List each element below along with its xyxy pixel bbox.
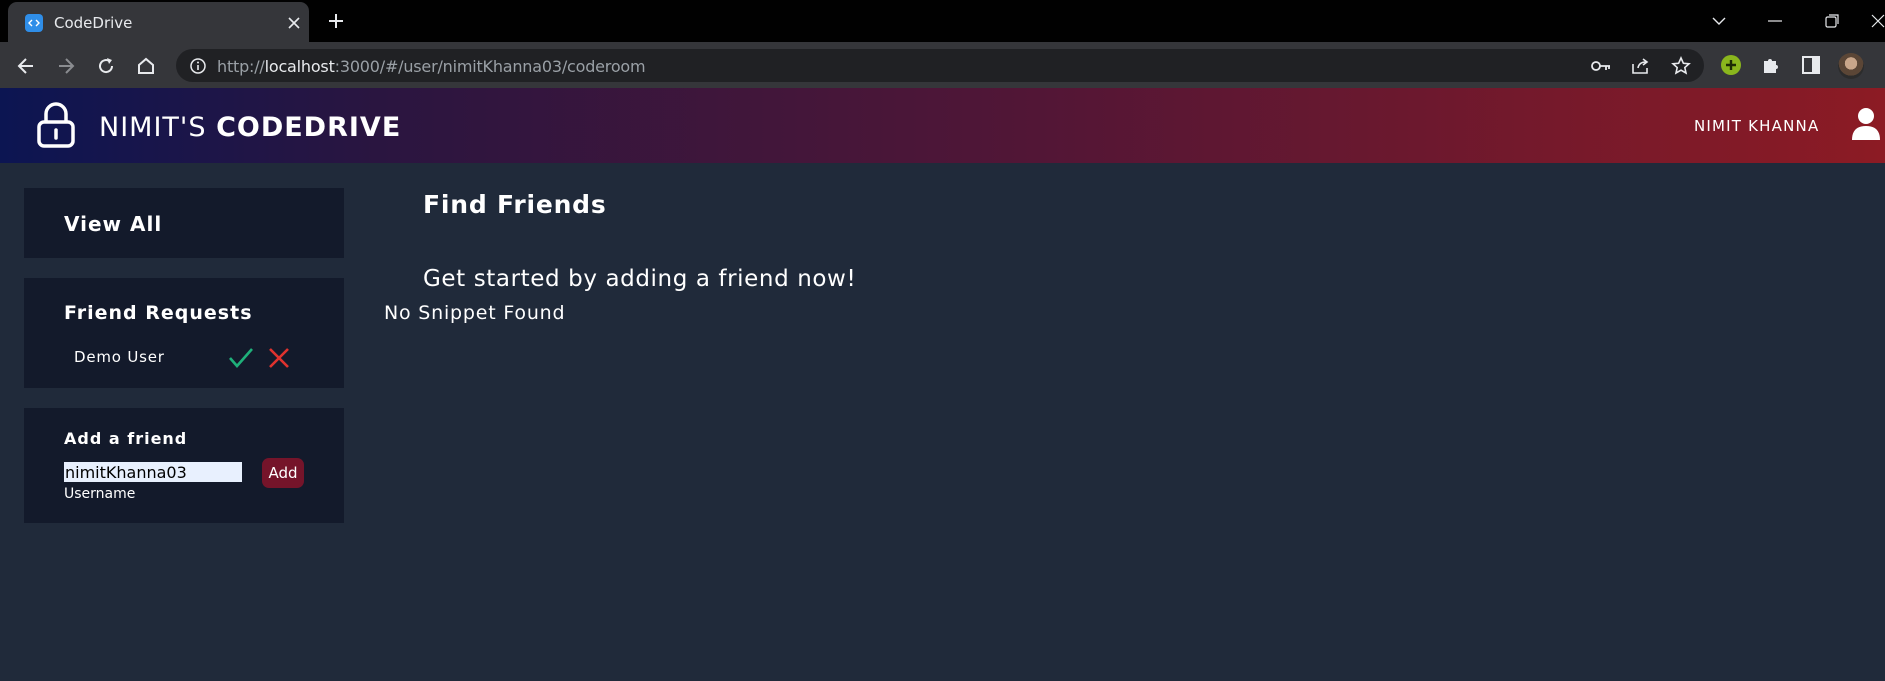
- restore-icon[interactable]: [1819, 8, 1845, 34]
- friend-requests-title: Friend Requests: [64, 302, 253, 324]
- friend-requests-card: Friend Requests Demo User: [24, 278, 344, 388]
- username-input[interactable]: [64, 462, 242, 482]
- home-icon[interactable]: [132, 52, 160, 80]
- share-icon[interactable]: [1630, 55, 1652, 77]
- lock-logo-icon[interactable]: [36, 102, 76, 148]
- key-icon[interactable]: [1590, 55, 1612, 77]
- tab-search-chevron-icon[interactable]: [1706, 8, 1732, 34]
- reject-close-icon[interactable]: [268, 346, 290, 370]
- new-tab-plus-icon[interactable]: [325, 10, 347, 32]
- browser-tabbar: CodeDrive: [0, 0, 1885, 42]
- close-window-icon[interactable]: [1870, 8, 1885, 34]
- friend-request-name: Demo User: [74, 348, 165, 366]
- extensions-puzzle-icon[interactable]: [1758, 52, 1784, 78]
- codedrive-favicon-icon: [25, 14, 43, 32]
- address-bar[interactable]: http://localhost:3000/#/user/nimitKhanna…: [176, 49, 1704, 82]
- browser-tab[interactable]: CodeDrive: [8, 2, 309, 42]
- tab-close-icon[interactable]: [284, 13, 304, 33]
- page-title: Find Friends: [423, 190, 607, 219]
- empty-state-message: No Snippet Found: [384, 302, 566, 324]
- url-text: http://localhost:3000/#/user/nimitKhanna…: [217, 57, 646, 76]
- side-panel-icon[interactable]: [1798, 52, 1824, 78]
- accept-check-icon[interactable]: [228, 346, 254, 370]
- friend-request-item: Demo User: [74, 346, 289, 370]
- back-arrow-icon[interactable]: [12, 52, 40, 80]
- user-profile-icon[interactable]: [1850, 106, 1882, 142]
- username-label: Username: [64, 486, 136, 502]
- header-username[interactable]: NIMIT KHANNA: [1694, 117, 1819, 135]
- extension-green-icon[interactable]: [1718, 52, 1744, 78]
- site-info-icon[interactable]: [188, 56, 208, 76]
- page-subtitle: Get started by adding a friend now!: [423, 266, 857, 292]
- view-all-link[interactable]: View All: [64, 212, 162, 236]
- forward-arrow-icon[interactable]: [52, 52, 80, 80]
- browser-profile-avatar[interactable]: [1838, 53, 1864, 79]
- bookmark-star-icon[interactable]: [1670, 55, 1692, 77]
- reload-icon[interactable]: [92, 52, 120, 80]
- app-header: NIMIT'S CODEDRIVE NIMIT KHANNA: [0, 88, 1885, 163]
- app-brand[interactable]: NIMIT'S CODEDRIVE: [99, 112, 401, 143]
- add-friend-title: Add a friend: [64, 429, 188, 448]
- add-friend-button[interactable]: Add: [262, 458, 304, 488]
- view-all-card[interactable]: View All: [24, 188, 344, 258]
- minimize-icon[interactable]: [1762, 8, 1788, 34]
- tab-title: CodeDrive: [54, 14, 133, 32]
- browser-toolbar: http://localhost:3000/#/user/nimitKhanna…: [0, 42, 1885, 88]
- add-friend-card: Add a friend Username Add: [24, 408, 344, 523]
